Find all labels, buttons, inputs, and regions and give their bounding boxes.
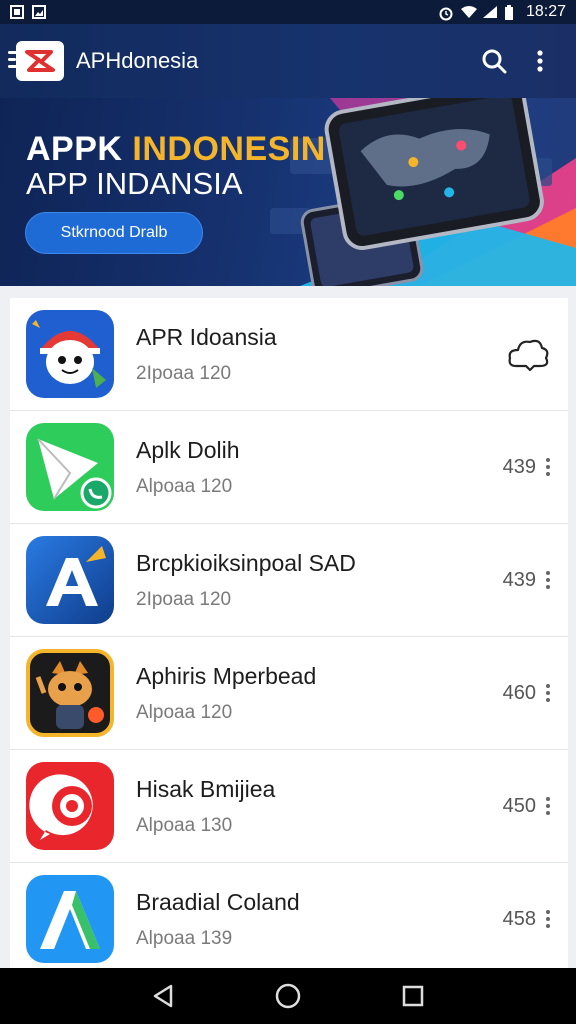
search-button[interactable] bbox=[474, 41, 514, 81]
signal-icon bbox=[482, 5, 497, 19]
messenger-icon bbox=[26, 423, 114, 511]
a-arrow-icon bbox=[26, 536, 114, 624]
list-item[interactable]: Aplk Dolih Alpoaa 120 439 bbox=[10, 411, 568, 524]
alarm-icon bbox=[438, 5, 453, 21]
more-vert-icon[interactable] bbox=[544, 458, 552, 476]
app-name: Hisak Bmijiea bbox=[136, 775, 276, 802]
hero-title-white: APPK bbox=[26, 130, 133, 168]
brand-logo-icon bbox=[25, 50, 55, 72]
image-icon bbox=[32, 5, 46, 19]
home-button[interactable] bbox=[268, 976, 308, 1016]
recents-button[interactable] bbox=[393, 976, 433, 1016]
status-bar: 18:27 bbox=[0, 0, 576, 24]
more-vert-icon[interactable] bbox=[544, 571, 552, 589]
hero-cta-button[interactable]: Stkrnood Dralb bbox=[25, 212, 203, 254]
app-subtitle: Alpoaa 120 bbox=[136, 475, 233, 497]
recents-square-icon bbox=[403, 985, 424, 1007]
app-list: APR Idoansia 2Ipoaa 120 Aplk Dolih Alpoa… bbox=[10, 298, 568, 968]
overflow-menu-button[interactable] bbox=[520, 41, 560, 81]
speed-lines-icon bbox=[8, 51, 18, 72]
hero-title-line2: APP INDANSIA bbox=[26, 166, 243, 201]
app-subtitle: Alpoaa 120 bbox=[136, 701, 233, 723]
app-name: APR Idoansia bbox=[136, 323, 277, 350]
app-name: Aplk Dolih bbox=[136, 436, 240, 463]
app-subtitle: 2Ipoaa 120 bbox=[136, 362, 232, 384]
brand-logo bbox=[8, 41, 64, 81]
app-value: 439 bbox=[502, 455, 536, 478]
fox-character-icon bbox=[26, 649, 114, 737]
app-value: 458 bbox=[502, 907, 536, 930]
more-vert-icon[interactable] bbox=[544, 684, 552, 702]
mascot-icon bbox=[26, 310, 114, 398]
hero-title-accent: INDONESIN bbox=[132, 130, 326, 168]
more-vert-icon[interactable] bbox=[544, 910, 552, 928]
app-subtitle: Alpoaa 130 bbox=[136, 814, 233, 836]
more-vert-icon[interactable] bbox=[544, 797, 552, 815]
status-time: 18:27 bbox=[525, 3, 566, 20]
system-nav-bar bbox=[0, 968, 576, 1024]
list-item[interactable]: Hisak Bmijiea Alpoaa 130 450 bbox=[10, 750, 568, 863]
hero-banner: APPK INDONESIN APP INDANSIA Stkrnood Dra… bbox=[0, 98, 576, 286]
app-bar: APHdonesia bbox=[0, 24, 576, 98]
a-logo-icon bbox=[26, 875, 114, 963]
back-button[interactable] bbox=[143, 976, 183, 1016]
wifi-icon bbox=[460, 5, 477, 19]
app-value: 460 bbox=[502, 681, 536, 704]
more-vert-icon bbox=[537, 50, 543, 72]
back-triangle-icon bbox=[153, 984, 172, 1008]
list-item[interactable]: APR Idoansia 2Ipoaa 120 bbox=[10, 298, 568, 411]
list-item[interactable]: Brcpkioiksinpoal SAD 2Ipoaa 120 439 bbox=[10, 524, 568, 637]
camera-ring-icon bbox=[26, 762, 114, 850]
home-circle-icon bbox=[275, 983, 301, 1009]
app-title: APHdonesia bbox=[76, 48, 199, 73]
app-name: Aphiris Mperbead bbox=[136, 662, 317, 689]
battery-icon bbox=[504, 5, 518, 20]
app-name: Braadial Coland bbox=[136, 888, 300, 915]
list-item[interactable]: Braadial Coland Alpoaa 139 458 bbox=[10, 863, 568, 968]
app-name: Brcpkioiksinpoal SAD bbox=[136, 549, 356, 576]
search-icon bbox=[482, 49, 507, 74]
app-subtitle: 2Ipoaa 120 bbox=[136, 588, 232, 610]
app-value: 450 bbox=[502, 794, 536, 817]
notification-icon bbox=[10, 5, 24, 19]
hero-title-line1: APPK INDONESIN bbox=[26, 130, 326, 169]
app-subtitle: Alpoaa 139 bbox=[136, 927, 233, 949]
cloud-download-icon[interactable] bbox=[504, 334, 552, 374]
list-item[interactable]: Aphiris Mperbead Alpoaa 120 460 bbox=[10, 637, 568, 750]
app-value: 439 bbox=[502, 568, 536, 591]
